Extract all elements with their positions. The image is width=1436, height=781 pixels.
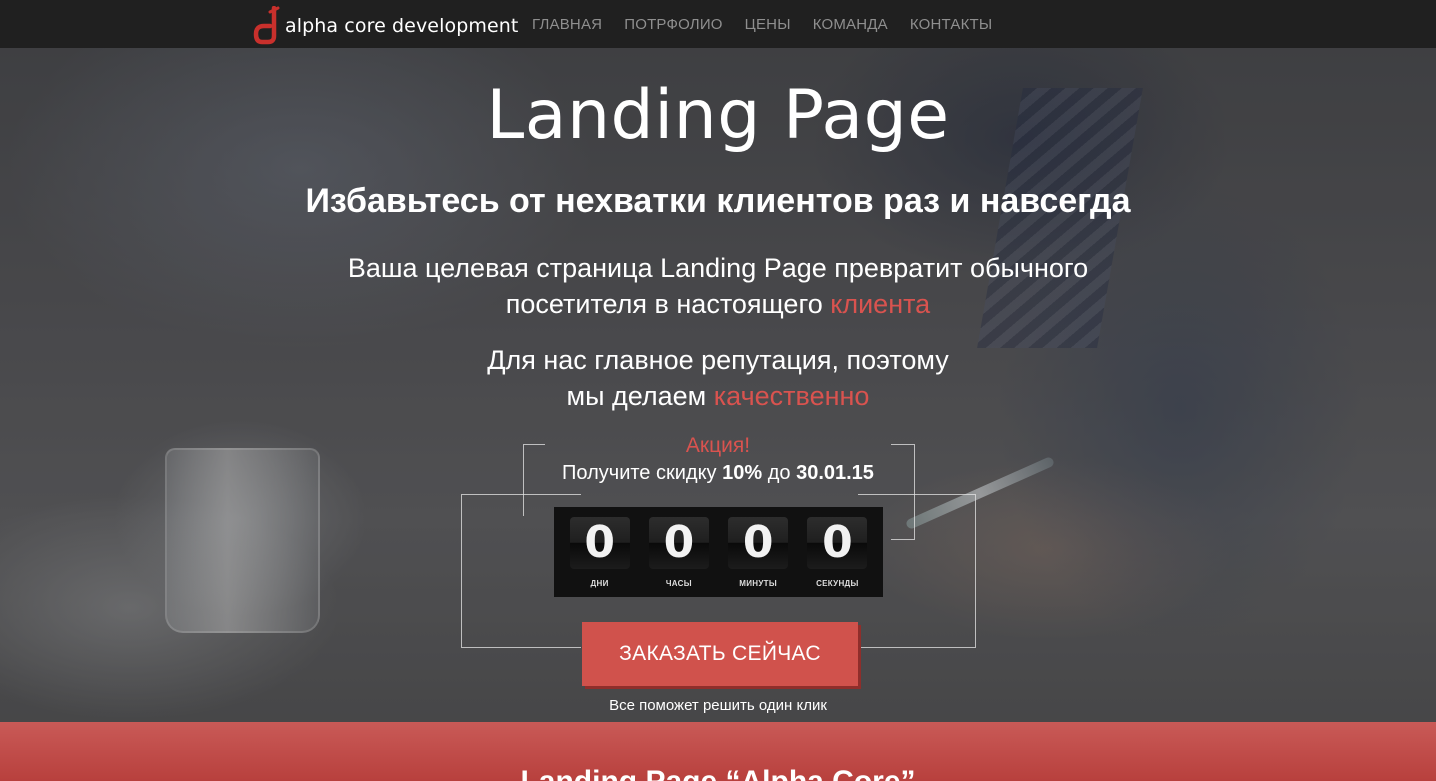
countdown-minutes: 0 МИНУТЫ bbox=[727, 507, 789, 597]
hero-desc-line2: посетителя в настоящего bbox=[505, 289, 823, 319]
hero-section: Landing Page Избавьтесь от нехватки клие… bbox=[0, 48, 1436, 722]
hero-title: Landing Page bbox=[486, 76, 950, 155]
hero-content: Landing Page Избавьтесь от нехватки клие… bbox=[0, 48, 1436, 722]
promo-date: 30.01.15 bbox=[796, 462, 874, 484]
hero-reputation: Для нас главное репутация, поэтому мы де… bbox=[0, 342, 1436, 414]
countdown-timer: 0 ДНИ 0 ЧАСЫ 0 МИНУТЫ 0 СЕКУНДЫ bbox=[554, 507, 883, 597]
nav-link-contacts[interactable]: КОНТАКТЫ bbox=[910, 16, 993, 33]
countdown-minutes-value: 0 bbox=[728, 517, 789, 569]
nav-link-portfolio[interactable]: ПОТРФОЛИО bbox=[624, 16, 722, 33]
promo-text: Получите скидку 10% до 30.01.15 bbox=[0, 462, 1436, 485]
nav-link-prices[interactable]: ЦЕНЫ bbox=[745, 16, 791, 33]
brand-name: alpha core development bbox=[285, 15, 519, 37]
promo-label: Акция! bbox=[685, 434, 751, 457]
promo-text-middle: до bbox=[767, 462, 791, 484]
countdown-minutes-label: МИНУТЫ bbox=[739, 579, 777, 588]
countdown-hours: 0 ЧАСЫ bbox=[648, 507, 710, 597]
countdown-seconds: 0 СЕКУНДЫ bbox=[806, 507, 868, 597]
hero-subtitle: Избавьтесь от нехватки клиентов раз и на… bbox=[305, 182, 1131, 220]
nav-link-home[interactable]: ГЛАВНАЯ bbox=[532, 16, 602, 33]
hero-description: Ваша целевая страница Landing Page превр… bbox=[0, 250, 1436, 322]
countdown-days: 0 ДНИ bbox=[569, 507, 631, 597]
countdown-hours-value: 0 bbox=[648, 517, 709, 569]
hero-rep-line2: мы делаем bbox=[566, 381, 707, 411]
nav-menu: ГЛАВНАЯ ПОТРФОЛИО ЦЕНЫ КОМАНДА КОНТАКТЫ bbox=[532, 0, 1014, 48]
brand-d-logo-icon bbox=[253, 6, 280, 45]
countdown-days-label: ДНИ bbox=[590, 579, 609, 588]
hero-rep-line1: Для нас главное репутация, поэтому bbox=[487, 345, 949, 375]
nav-link-team[interactable]: КОМАНДА bbox=[813, 16, 888, 33]
promo-text-prefix: Получите скидку bbox=[562, 462, 717, 484]
promo-discount: 10% bbox=[722, 462, 763, 484]
order-now-button[interactable]: ЗАКАЗАТЬ СЕЙЧАС bbox=[582, 622, 858, 686]
top-navbar: alpha core development ГЛАВНАЯ ПОТРФОЛИО… bbox=[0, 0, 1436, 48]
hero-rep-accent: качественно bbox=[713, 381, 870, 411]
hero-desc-line1: Ваша целевая страница Landing Page превр… bbox=[347, 253, 1089, 283]
brand-logo-link[interactable]: alpha core development bbox=[252, 6, 518, 46]
hero-desc-accent: клиента bbox=[830, 289, 931, 319]
countdown-days-value: 0 bbox=[569, 517, 630, 569]
next-section-band: Landing Page “Alpha Core” bbox=[0, 722, 1436, 781]
next-section-title: Landing Page “Alpha Core” bbox=[0, 765, 1436, 781]
countdown-hours-label: ЧАСЫ bbox=[665, 579, 692, 588]
cta-note: Все поможет решить один клик bbox=[609, 697, 827, 714]
countdown-seconds-value: 0 bbox=[807, 517, 868, 569]
countdown-seconds-label: СЕКУНДЫ bbox=[816, 579, 859, 588]
